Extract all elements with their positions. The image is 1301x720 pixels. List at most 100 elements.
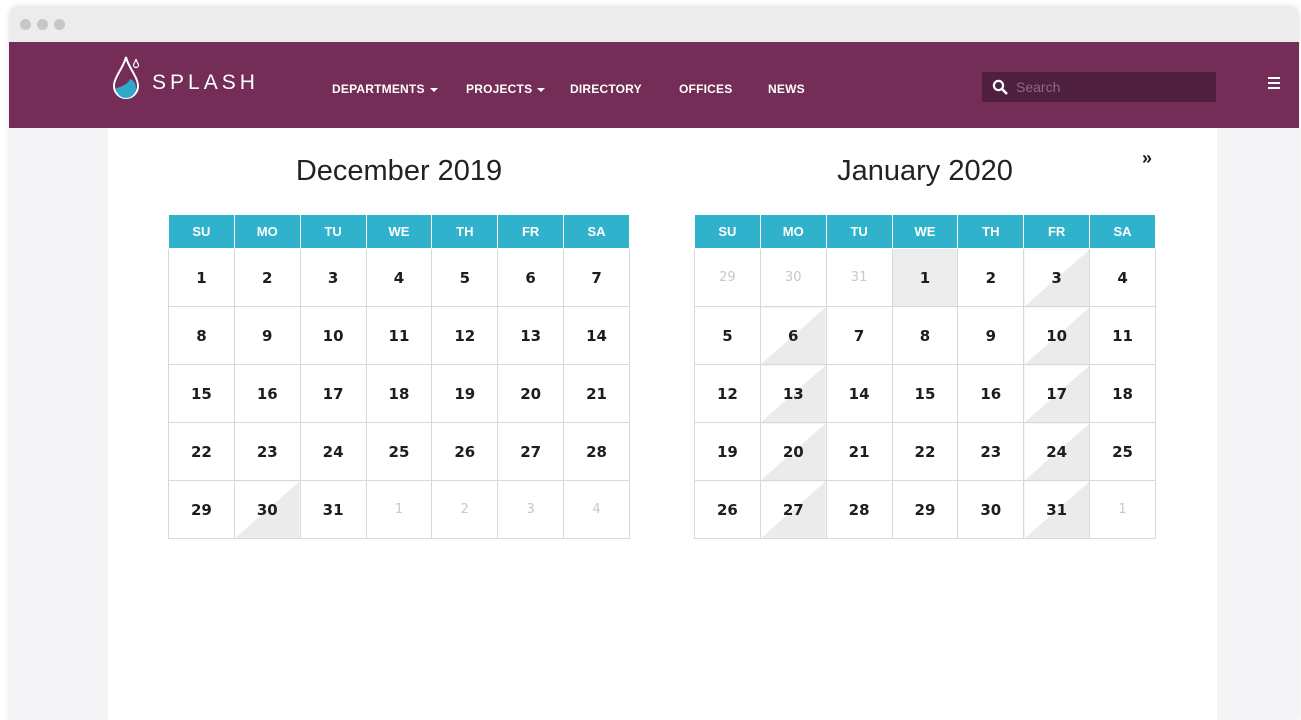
- day-cell[interactable]: 17: [1023, 364, 1091, 423]
- day-cell[interactable]: 5: [694, 306, 761, 365]
- day-cell[interactable]: 15: [891, 364, 959, 423]
- day-cell[interactable]: 25: [1089, 422, 1156, 481]
- day-cell[interactable]: 26: [431, 422, 499, 481]
- week-row: 1 2 3 4 5 6 7: [168, 248, 630, 307]
- window-minimize-dot[interactable]: [37, 19, 48, 30]
- day-cell[interactable]: 18: [1089, 364, 1156, 423]
- day-cell[interactable]: 6: [497, 248, 565, 307]
- hamburger-menu-icon[interactable]: [1268, 77, 1280, 91]
- day-cell[interactable]: 29: [891, 480, 959, 539]
- day-cell[interactable]: 28: [825, 480, 893, 539]
- day-cell-other-month[interactable]: 2: [431, 480, 499, 539]
- nav-projects[interactable]: PROJECTS: [466, 82, 546, 96]
- week-row: 29 30 31 1 2 3 4: [168, 480, 630, 539]
- day-cell[interactable]: 1: [168, 248, 235, 307]
- day-cell-other-month[interactable]: 1: [1089, 480, 1156, 539]
- day-cell-other-month[interactable]: 31: [825, 248, 893, 307]
- day-cell[interactable]: 19: [694, 422, 761, 481]
- day-cell[interactable]: 7: [563, 248, 630, 307]
- day-cell[interactable]: 9: [957, 306, 1025, 365]
- day-cell[interactable]: 30: [957, 480, 1025, 539]
- day-header: TU: [825, 214, 893, 249]
- day-cell[interactable]: 19: [431, 364, 499, 423]
- day-cell-other-month[interactable]: 29: [694, 248, 761, 307]
- day-header: SU: [694, 214, 761, 249]
- day-cell[interactable]: 11: [1089, 306, 1156, 365]
- day-cell[interactable]: 30: [233, 480, 301, 539]
- day-cell[interactable]: 16: [233, 364, 301, 423]
- day-cell[interactable]: 3: [1023, 248, 1091, 307]
- day-cell[interactable]: 7: [825, 306, 893, 365]
- day-cell[interactable]: 12: [431, 306, 499, 365]
- day-cell[interactable]: 22: [891, 422, 959, 481]
- day-cell[interactable]: 4: [1089, 248, 1156, 307]
- day-cell[interactable]: 11: [365, 306, 433, 365]
- day-cell-highlighted[interactable]: 1: [891, 248, 959, 307]
- day-cell[interactable]: 8: [891, 306, 959, 365]
- day-cell[interactable]: 20: [759, 422, 827, 481]
- day-header: SU: [168, 214, 235, 249]
- day-cell[interactable]: 8: [168, 306, 235, 365]
- day-cell[interactable]: 22: [168, 422, 235, 481]
- day-cell[interactable]: 16: [957, 364, 1025, 423]
- day-cell[interactable]: 3: [299, 248, 367, 307]
- day-cell[interactable]: 28: [563, 422, 630, 481]
- day-cell-other-month[interactable]: 4: [563, 480, 630, 539]
- day-cell[interactable]: 29: [168, 480, 235, 539]
- day-cell[interactable]: 21: [563, 364, 630, 423]
- day-cell[interactable]: 26: [694, 480, 761, 539]
- nav-departments[interactable]: DEPARTMENTS: [332, 82, 438, 96]
- splash-drop-logo-icon[interactable]: [111, 53, 147, 99]
- day-cell[interactable]: 31: [299, 480, 367, 539]
- day-cell[interactable]: 18: [365, 364, 433, 423]
- nav-directory[interactable]: DIRECTORY: [570, 82, 642, 96]
- day-cell[interactable]: 15: [168, 364, 235, 423]
- month-title-january: January 2020: [837, 155, 1013, 187]
- search-icon[interactable]: [992, 79, 1008, 95]
- day-cell[interactable]: 31: [1023, 480, 1091, 539]
- day-cell[interactable]: 14: [825, 364, 893, 423]
- browser-window: SPLASH DEPARTMENTS PROJECTS DIRECTORY OF…: [9, 6, 1299, 720]
- nav-departments-label: DEPARTMENTS: [332, 82, 425, 96]
- day-cell[interactable]: 10: [299, 306, 367, 365]
- day-cell[interactable]: 24: [299, 422, 367, 481]
- day-cell[interactable]: 5: [431, 248, 499, 307]
- day-cell[interactable]: 27: [497, 422, 565, 481]
- day-cell[interactable]: 12: [694, 364, 761, 423]
- day-cell[interactable]: 4: [365, 248, 433, 307]
- day-cell[interactable]: 17: [299, 364, 367, 423]
- window-close-dot[interactable]: [20, 19, 31, 30]
- chevron-down-icon: [429, 87, 438, 92]
- search-input[interactable]: [1016, 77, 1206, 97]
- day-cell[interactable]: 20: [497, 364, 565, 423]
- day-header: FR: [497, 214, 565, 249]
- day-cell[interactable]: 21: [825, 422, 893, 481]
- day-cell[interactable]: 9: [233, 306, 301, 365]
- week-row: 5 6 7 8 9 10 11: [694, 306, 1156, 365]
- day-cell[interactable]: 25: [365, 422, 433, 481]
- window-maximize-dot[interactable]: [54, 19, 65, 30]
- day-cell[interactable]: 13: [497, 306, 565, 365]
- day-cell-other-month[interactable]: 30: [759, 248, 827, 307]
- day-cell[interactable]: 23: [957, 422, 1025, 481]
- day-cell[interactable]: 13: [759, 364, 827, 423]
- day-cell[interactable]: 14: [563, 306, 630, 365]
- day-cell-other-month[interactable]: 1: [365, 480, 433, 539]
- day-cell[interactable]: 24: [1023, 422, 1091, 481]
- nav-offices[interactable]: OFFICES: [679, 82, 732, 96]
- day-cell[interactable]: 2: [957, 248, 1025, 307]
- day-header: WE: [891, 214, 959, 249]
- day-cell[interactable]: 27: [759, 480, 827, 539]
- week-row: 29 30 31 1 2 3 4: [694, 248, 1156, 307]
- day-header: TH: [957, 214, 1025, 249]
- day-cell[interactable]: 2: [233, 248, 301, 307]
- day-cell[interactable]: 23: [233, 422, 301, 481]
- day-cell[interactable]: 6: [759, 306, 827, 365]
- nav-news[interactable]: NEWS: [768, 82, 805, 96]
- day-cell[interactable]: 10: [1023, 306, 1091, 365]
- top-navbar: SPLASH DEPARTMENTS PROJECTS DIRECTORY OF…: [9, 42, 1299, 128]
- chevron-down-icon: [537, 87, 546, 92]
- week-row: 26 27 28 29 30 31 1: [694, 480, 1156, 539]
- day-cell-other-month[interactable]: 3: [497, 480, 565, 539]
- brand-name[interactable]: SPLASH: [152, 71, 259, 95]
